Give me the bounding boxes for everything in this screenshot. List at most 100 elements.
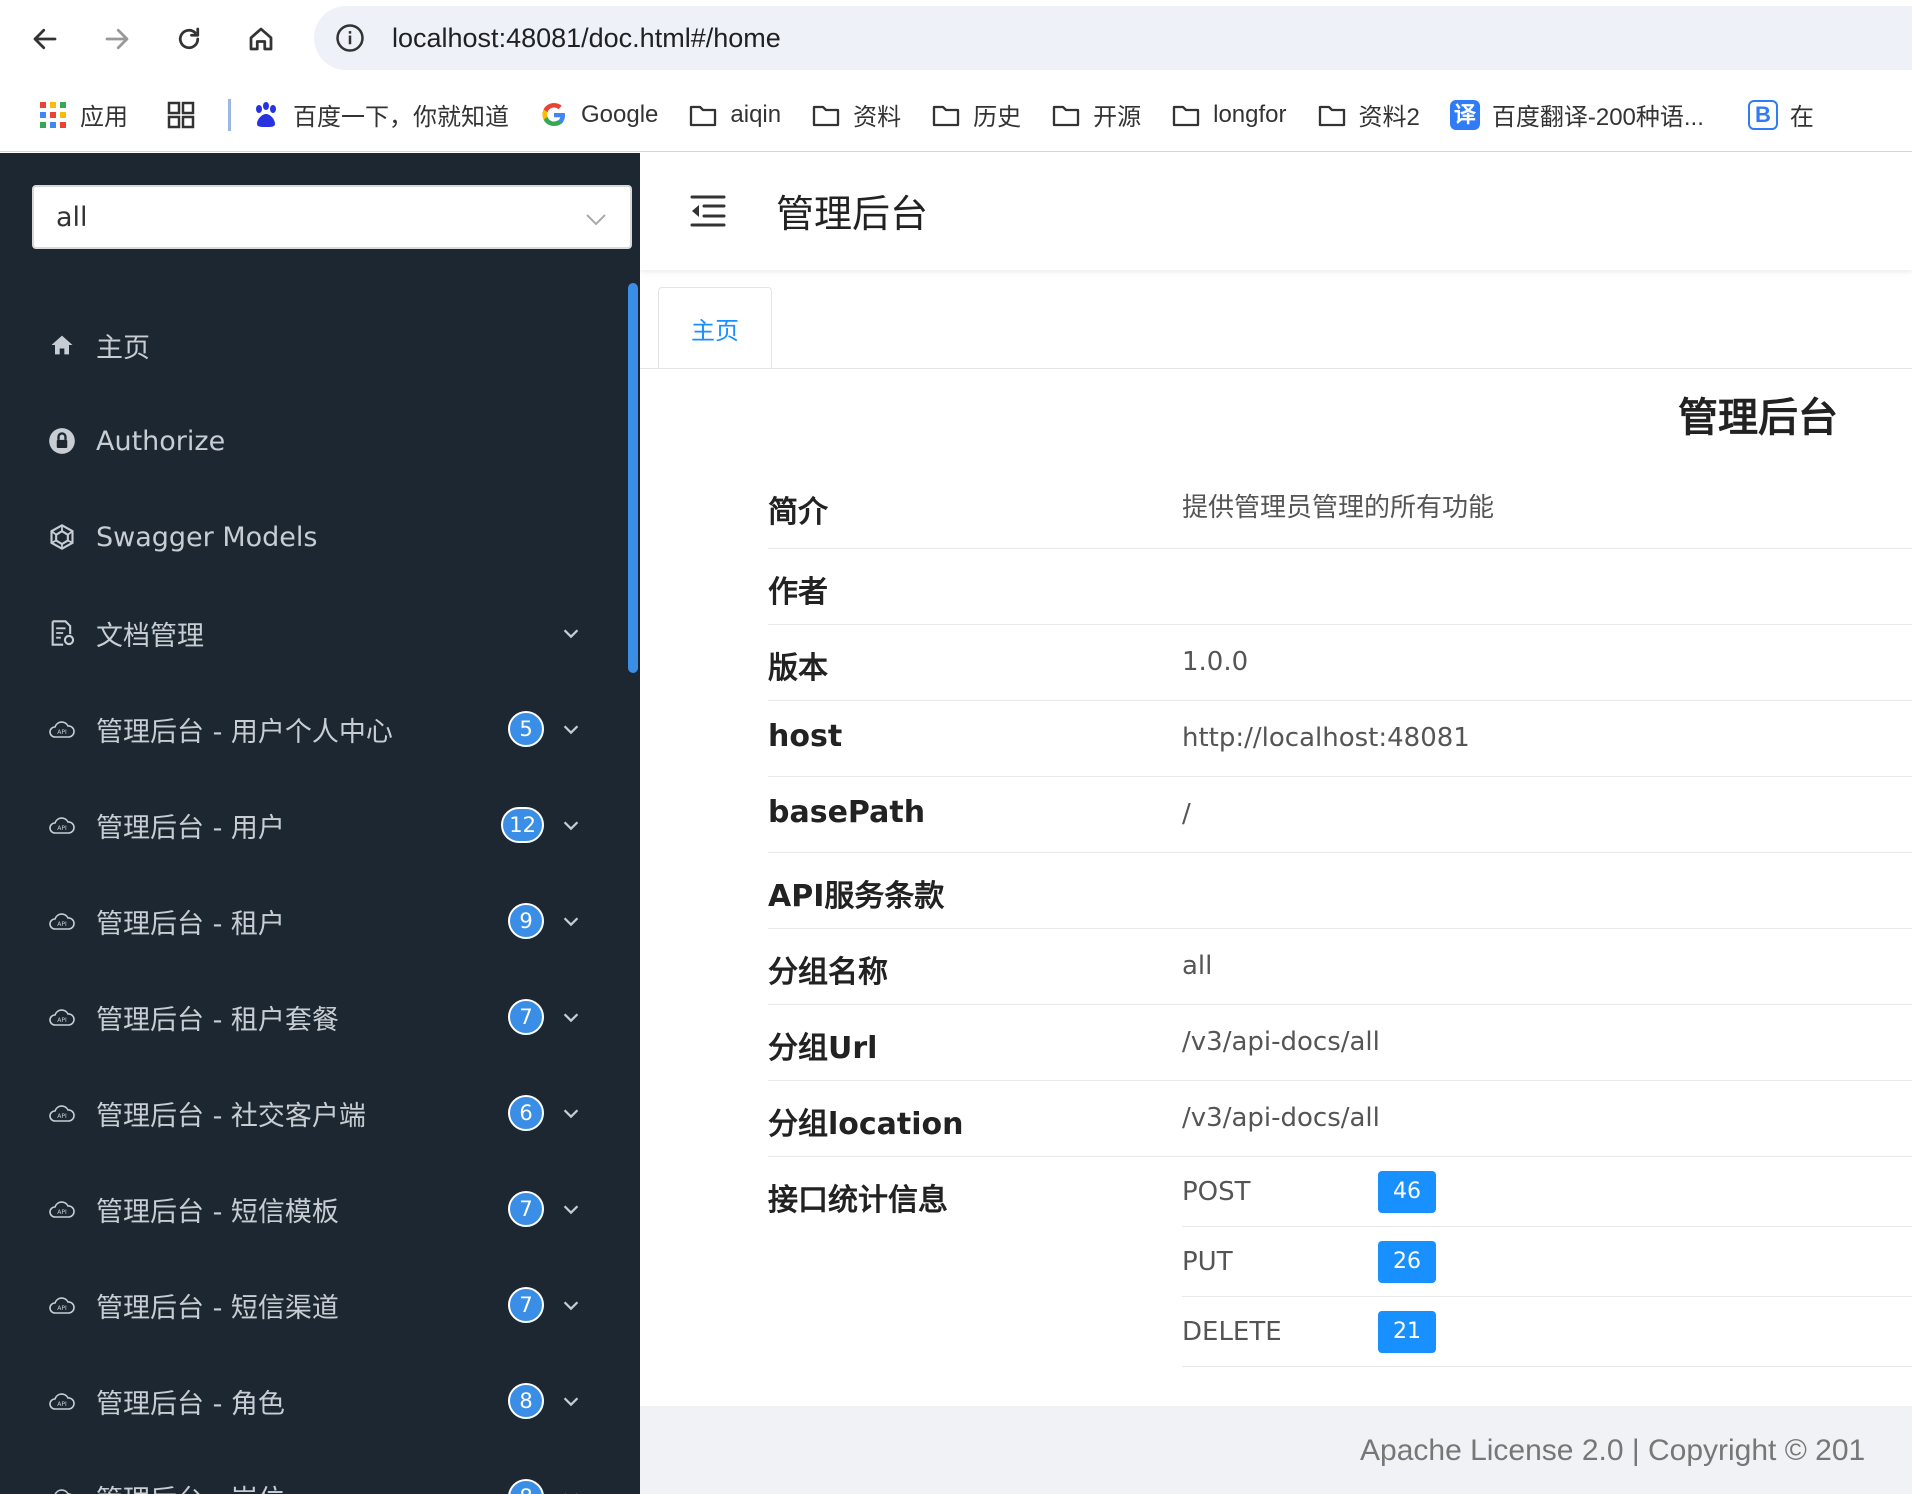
- bookmark-separator: [228, 98, 231, 131]
- address-bar[interactable]: localhost:48081/doc.html#/home: [314, 6, 1912, 70]
- sidebar-item-home[interactable]: 主页: [0, 297, 620, 393]
- main-content: 管理后台 主页 管理后台 简介 提供管理员管理的所有功能 作者 版本 1.0.0…: [640, 153, 1912, 1494]
- bookmark-google[interactable]: Google: [521, 78, 670, 151]
- sidebar-item-api-group[interactable]: API 管理后台 - 岗位 8: [0, 1449, 620, 1494]
- google-icon: [542, 102, 565, 126]
- url-text: localhost:48081/doc.html#/home: [392, 22, 781, 53]
- info-row: 分组location /v3/api-docs/all: [768, 1081, 1912, 1157]
- group-select[interactable]: all: [32, 185, 632, 249]
- folder-icon: [812, 105, 840, 126]
- sidebar-item-api-group[interactable]: API 管理后台 - 角色 8: [0, 1353, 620, 1449]
- reload-button[interactable]: [164, 14, 214, 64]
- folder-icon: [1052, 105, 1080, 126]
- count-badge: 7: [508, 1191, 544, 1227]
- api-cloud-icon: API: [49, 1105, 75, 1122]
- group-select-value: all: [56, 201, 88, 233]
- folder-icon: [1318, 105, 1345, 126]
- http-method: DELETE: [1182, 1317, 1282, 1347]
- sidebar-item-authorize[interactable]: Authorize: [0, 393, 620, 489]
- sidebar-scrollbar[interactable]: [628, 283, 638, 673]
- bookmark-label: 开源: [1093, 104, 1142, 131]
- stat-item: DELETE 21: [1182, 1297, 1912, 1367]
- info-key: 分组Url: [768, 1031, 878, 1066]
- sidebar-item-api-group[interactable]: API 管理后台 - 短信渠道 7: [0, 1257, 620, 1353]
- bookmark-folder-kaiyuan[interactable]: 开源: [1033, 78, 1153, 151]
- stat-item: PUT 26: [1182, 1227, 1912, 1297]
- home-icon: [51, 335, 73, 355]
- tab-home[interactable]: 主页: [658, 287, 772, 369]
- sidebar-item-api-group[interactable]: API 管理后台 - 用户个人中心 5: [0, 681, 620, 777]
- sidebar-item-doc-management[interactable]: 文档管理: [0, 585, 620, 681]
- app-header: 管理后台: [640, 153, 1912, 270]
- bookmark-grid[interactable]: [140, 78, 220, 151]
- footer-text: Apache License 2.0 | Copyright © 201: [1360, 1434, 1866, 1467]
- method-count-badge: 21: [1378, 1311, 1436, 1353]
- chevron-down-icon: [563, 1301, 579, 1311]
- chevron-down-icon: [563, 1397, 579, 1407]
- bookmark-baidu-translate[interactable]: 译 百度翻译-200种语...: [1432, 78, 1716, 151]
- http-method: POST: [1182, 1177, 1251, 1207]
- api-stats: POST 46 PUT 26 DELETE 21: [1182, 1157, 1912, 1367]
- bookmark-folder-ziliao2[interactable]: 资料2: [1299, 78, 1432, 151]
- tab-divider: [640, 368, 1912, 369]
- sidebar-item-api-group[interactable]: API 管理后台 - 短信模板 7: [0, 1161, 620, 1257]
- stat-item: POST 46: [1182, 1157, 1912, 1227]
- info-key: 作者: [768, 575, 828, 610]
- chevron-down-icon: [586, 214, 606, 226]
- forward-button[interactable]: [92, 14, 142, 64]
- models-icon: [50, 524, 74, 550]
- bookmark-folder-aiqin[interactable]: aiqin: [670, 78, 793, 151]
- grid-icon: [167, 101, 195, 128]
- b-icon: B: [1747, 99, 1778, 130]
- info-table: 简介 提供管理员管理的所有功能 作者 版本 1.0.0 host http://…: [768, 459, 1912, 1417]
- chevron-down-icon: [564, 1493, 578, 1494]
- info-value: 1.0.0: [1182, 647, 1249, 677]
- count-badge: 9: [508, 903, 544, 939]
- sidebar-item-label: 管理后台 - 短信模板: [96, 1196, 339, 1228]
- bookmark-apps[interactable]: 应用: [0, 78, 140, 151]
- sidebar-item-api-group[interactable]: API 管理后台 - 用户 12: [0, 777, 620, 873]
- document-icon: [51, 620, 75, 646]
- reload-icon: [178, 27, 200, 50]
- svg-text:API: API: [57, 825, 67, 832]
- sidebar-item-swagger-models[interactable]: Swagger Models: [0, 489, 620, 585]
- info-key: host: [768, 719, 843, 754]
- forward-arrow-icon: [105, 28, 129, 50]
- back-button[interactable]: [20, 14, 70, 64]
- chevron-down-icon: [563, 1109, 579, 1119]
- count-badge: 7: [508, 999, 544, 1035]
- bookmark-baidu[interactable]: 百度一下，你就知道: [251, 78, 521, 151]
- sidebar-item-api-group[interactable]: API 管理后台 - 租户套餐 7: [0, 969, 620, 1065]
- bookmark-label: 资料2: [1358, 104, 1420, 131]
- bookmark-folder-lishi[interactable]: 历史: [913, 78, 1033, 151]
- api-cloud-icon: API: [49, 913, 75, 930]
- bookmark-label: 资料: [853, 104, 902, 131]
- home-button[interactable]: [236, 14, 286, 64]
- info-value: /v3/api-docs/all: [1182, 1103, 1380, 1133]
- bookmark-label: Google: [581, 100, 659, 128]
- sidebar-item-api-group[interactable]: API 管理后台 - 租户 9: [0, 873, 620, 969]
- sidebar-item-label: 管理后台 - 短信渠道: [96, 1292, 339, 1324]
- count-badge: 8: [508, 1479, 544, 1494]
- method-count-badge: 46: [1378, 1171, 1436, 1213]
- site-info-icon[interactable]: [330, 18, 370, 58]
- svg-text:API: API: [57, 729, 67, 736]
- info-value: 提供管理员管理的所有功能: [1182, 493, 1495, 523]
- sidebar-item-label: 文档管理: [96, 620, 204, 652]
- bookmark-label: longfor: [1213, 100, 1287, 128]
- chevron-down-icon: [563, 725, 579, 735]
- info-key: 版本: [768, 651, 828, 686]
- count-badge: 5: [508, 711, 544, 747]
- menu-fold-icon[interactable]: [688, 191, 728, 231]
- bookmark-b[interactable]: B 在: [1716, 78, 1826, 151]
- sidebar-item-api-group[interactable]: API 管理后台 - 社交客户端 6: [0, 1065, 620, 1161]
- folder-icon: [932, 105, 960, 126]
- api-cloud-icon: API: [49, 1297, 75, 1314]
- bookmark-folder-longfor[interactable]: longfor: [1153, 78, 1298, 151]
- sidebar: all 主页 Authorize Swagger Models 文档管理 API…: [0, 153, 640, 1494]
- tab-label: 主页: [691, 316, 739, 345]
- footer: Apache License 2.0 | Copyright © 201: [640, 1406, 1912, 1494]
- bookmark-label: 百度一下，你就知道: [293, 104, 509, 131]
- info-row: basePath /: [768, 777, 1912, 853]
- bookmark-folder-ziliao[interactable]: 资料: [793, 78, 913, 151]
